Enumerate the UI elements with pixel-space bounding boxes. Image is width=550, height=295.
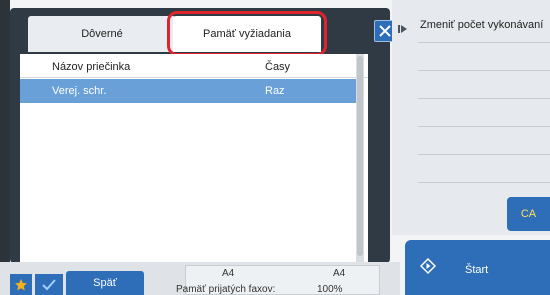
divider <box>418 182 550 183</box>
change-repeat-count-title[interactable]: Zmeniť počet vykonávaní <box>420 19 543 31</box>
ca-label: CA <box>520 208 537 220</box>
folder-name: Verej. schr. <box>52 85 107 97</box>
start-button[interactable]: Štart <box>405 240 550 295</box>
close-icon <box>379 25 391 37</box>
column-header-name: Názov priečinka <box>52 61 131 73</box>
back-button[interactable]: Späť <box>66 271 144 295</box>
divider <box>418 42 550 43</box>
fax-memory-value: 100% <box>317 284 343 295</box>
divider <box>418 126 550 127</box>
folder-list: Názov priečinka Časy Verej. schr. Raz <box>20 54 368 266</box>
start-label: Štart <box>465 264 489 276</box>
tab-retention-label: Pamäť vyžiadania <box>203 28 291 40</box>
divider <box>418 98 550 99</box>
list-item[interactable]: Verej. schr. Raz <box>20 79 364 103</box>
tab-confidential-label: Dôverné <box>81 28 123 40</box>
paper-size-left: A4 <box>222 268 235 279</box>
divider <box>418 154 550 155</box>
scrollbar-thumb[interactable] <box>357 56 363 256</box>
paper-size-right: A4 <box>333 268 346 279</box>
favorite-button[interactable] <box>10 274 32 295</box>
star-icon <box>15 278 27 290</box>
back-label: Späť <box>93 277 117 289</box>
list-header: Názov priečinka Časy <box>20 54 368 78</box>
collapse-arrow-icon[interactable] <box>398 24 408 34</box>
list-scrollbar[interactable] <box>356 54 364 266</box>
screen: Dôverné Pamäť vyžiadania Názov priečinka… <box>0 0 550 295</box>
column-header-times: Časy <box>265 61 291 73</box>
confirm-button[interactable] <box>35 274 63 295</box>
folder-times: Raz <box>265 85 285 97</box>
fax-memory-label: Pamäť prijatých faxov: <box>176 284 276 295</box>
tab-retention-memory[interactable]: Pamäť vyžiadania <box>173 16 321 52</box>
left-edge <box>0 0 10 295</box>
divider <box>418 70 550 71</box>
check-icon <box>42 278 56 290</box>
start-icon <box>420 258 436 274</box>
folder-dialog: Dôverné Pamäť vyžiadania Názov priečinka… <box>10 8 396 266</box>
ca-button[interactable]: CA <box>507 197 550 231</box>
tab-confidential[interactable]: Dôverné <box>28 16 176 52</box>
status-area: A4 A4 Pamäť prijatých faxov: 100% <box>176 265 380 295</box>
